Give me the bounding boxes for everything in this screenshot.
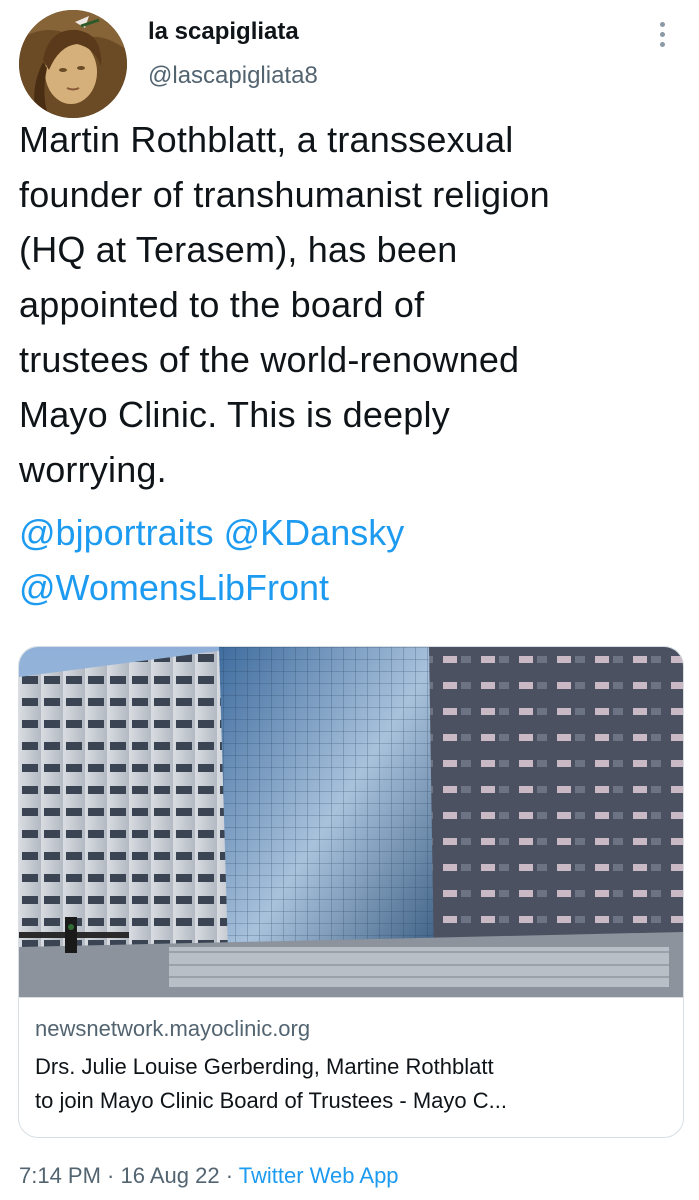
more-options-button[interactable] — [650, 14, 674, 54]
link-card-title-line: to join Mayo Clinic Board of Trustees - … — [35, 1088, 507, 1113]
source-link[interactable]: Twitter Web App — [239, 1163, 399, 1188]
tweet-text-line: Mayo Clinic. This is deeply — [19, 394, 450, 435]
mention-link-kdansky[interactable]: @KDansky — [224, 512, 405, 553]
meta-separator: · — [219, 1163, 239, 1188]
tweet: la scapigliata @lascapigliata8 Martin Ro… — [0, 0, 699, 1200]
tweet-text: Martin Rothblatt, a transsexual founder … — [19, 112, 684, 497]
link-card[interactable]: newsnetwork.mayoclinic.org Drs. Julie Lo… — [18, 646, 684, 1138]
link-card-image[interactable] — [19, 647, 683, 997]
display-name[interactable]: la scapigliata — [148, 18, 299, 46]
mentions-line: @bjportraits @KDansky — [19, 505, 684, 560]
tweet-text-line: founder of transhumanist religion — [19, 174, 550, 215]
link-card-title: Drs. Julie Louise Gerberding, Martine Ro… — [35, 1050, 675, 1118]
link-card-meta: newsnetwork.mayoclinic.org Drs. Julie Lo… — [19, 997, 683, 1137]
mentions: @bjportraits @KDansky @WomensLibFront — [19, 505, 684, 615]
user-handle[interactable]: @lascapigliata8 — [148, 62, 318, 90]
more-dot-icon — [659, 41, 665, 47]
more-dot-icon — [659, 31, 665, 37]
link-card-title-line: Drs. Julie Louise Gerberding, Martine Ro… — [35, 1054, 494, 1079]
building-photo-icon — [19, 647, 683, 997]
tweet-text-line: (HQ at Terasem), has been — [19, 229, 458, 270]
tweet-date[interactable]: 16 Aug 22 — [121, 1163, 220, 1188]
tweet-text-line: worrying. — [19, 449, 167, 490]
tweet-text-line: trustees of the world-renowned — [19, 339, 520, 380]
mention-link-womenslibfront[interactable]: @WomensLibFront — [19, 567, 329, 608]
meta-separator: · — [100, 1163, 121, 1188]
link-card-domain: newsnetwork.mayoclinic.org — [35, 1016, 311, 1041]
portrait-avatar-icon — [19, 10, 127, 118]
tweet-text-line: Martin Rothblatt, a transsexual — [19, 119, 514, 160]
mention-link-bjportraits[interactable]: @bjportraits — [19, 512, 214, 553]
timestamp-row: 7:14 PM · 16 Aug 22 · Twitter Web App — [19, 1163, 399, 1189]
tweet-time[interactable]: 7:14 PM — [19, 1163, 101, 1188]
mentions-line: @WomensLibFront — [19, 560, 684, 615]
more-dot-icon — [659, 21, 665, 27]
tweet-text-line: appointed to the board of — [19, 284, 425, 325]
avatar[interactable] — [19, 10, 127, 118]
